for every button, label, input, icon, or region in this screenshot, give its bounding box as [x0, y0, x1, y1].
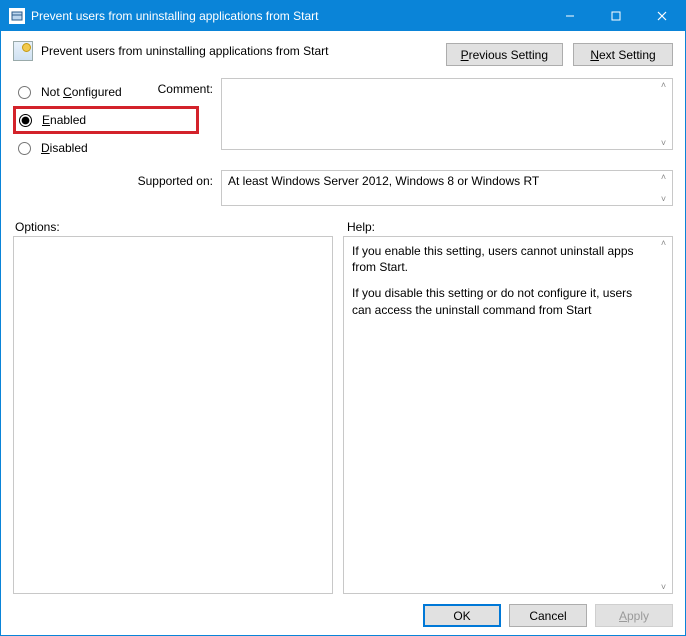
- cancel-button[interactable]: Cancel: [509, 604, 587, 627]
- comment-value: [222, 79, 655, 149]
- policy-heading: Prevent users from uninstalling applicat…: [41, 44, 328, 58]
- help-label: Help:: [337, 220, 673, 234]
- help-para-2: If you disable this setting or do not co…: [352, 285, 647, 317]
- scroll-up-icon[interactable]: ˄: [661, 171, 666, 183]
- radio-enabled-input[interactable]: [19, 114, 32, 127]
- apply-button: Apply: [595, 604, 673, 627]
- close-button[interactable]: [639, 1, 685, 31]
- scroll-up-icon[interactable]: ˄: [661, 237, 666, 249]
- scroll-down-icon[interactable]: ˅: [661, 581, 666, 593]
- scroll-up-icon[interactable]: ˄: [661, 79, 666, 91]
- comment-textbox[interactable]: ˄˅: [221, 78, 673, 150]
- titlebar-app-icon: [9, 8, 25, 24]
- supported-scrollbar[interactable]: ˄˅: [655, 171, 672, 205]
- supported-on-value: At least Windows Server 2012, Windows 8 …: [222, 171, 655, 205]
- radio-disabled[interactable]: Disabled: [13, 134, 141, 162]
- comment-scrollbar[interactable]: ˄˅: [655, 79, 672, 149]
- policy-icon: [13, 41, 33, 61]
- supported-on-box: At least Windows Server 2012, Windows 8 …: [221, 170, 673, 206]
- help-panel: If you enable this setting, users cannot…: [343, 236, 673, 594]
- radio-not-configured-label: Not Configured: [41, 85, 122, 99]
- radio-not-configured-input[interactable]: [18, 86, 31, 99]
- comment-label: Comment:: [141, 78, 213, 96]
- next-setting-button[interactable]: Next Setting: [573, 43, 673, 66]
- window-title: Prevent users from uninstalling applicat…: [31, 9, 547, 23]
- help-para-1: If you enable this setting, users cannot…: [352, 243, 647, 275]
- scroll-down-icon[interactable]: ˅: [661, 193, 666, 205]
- radio-not-configured[interactable]: Not Configured: [13, 78, 141, 106]
- radio-enabled[interactable]: Enabled: [13, 106, 199, 134]
- previous-setting-button[interactable]: Previous Setting: [446, 43, 563, 66]
- help-scrollbar[interactable]: ˄˅: [655, 237, 672, 593]
- radio-disabled-input[interactable]: [18, 142, 31, 155]
- ok-button[interactable]: OK: [423, 604, 501, 627]
- options-label: Options:: [13, 220, 337, 234]
- options-panel: [13, 236, 333, 594]
- radio-disabled-label: Disabled: [41, 141, 88, 155]
- titlebar[interactable]: Prevent users from uninstalling applicat…: [1, 1, 685, 31]
- gpo-editor-dialog: Prevent users from uninstalling applicat…: [0, 0, 686, 636]
- radio-enabled-label: Enabled: [42, 113, 86, 127]
- maximize-button[interactable]: [593, 1, 639, 31]
- scroll-down-icon[interactable]: ˅: [661, 137, 666, 149]
- minimize-button[interactable]: [547, 1, 593, 31]
- help-text: If you enable this setting, users cannot…: [344, 237, 655, 593]
- supported-on-label: Supported on:: [13, 170, 213, 188]
